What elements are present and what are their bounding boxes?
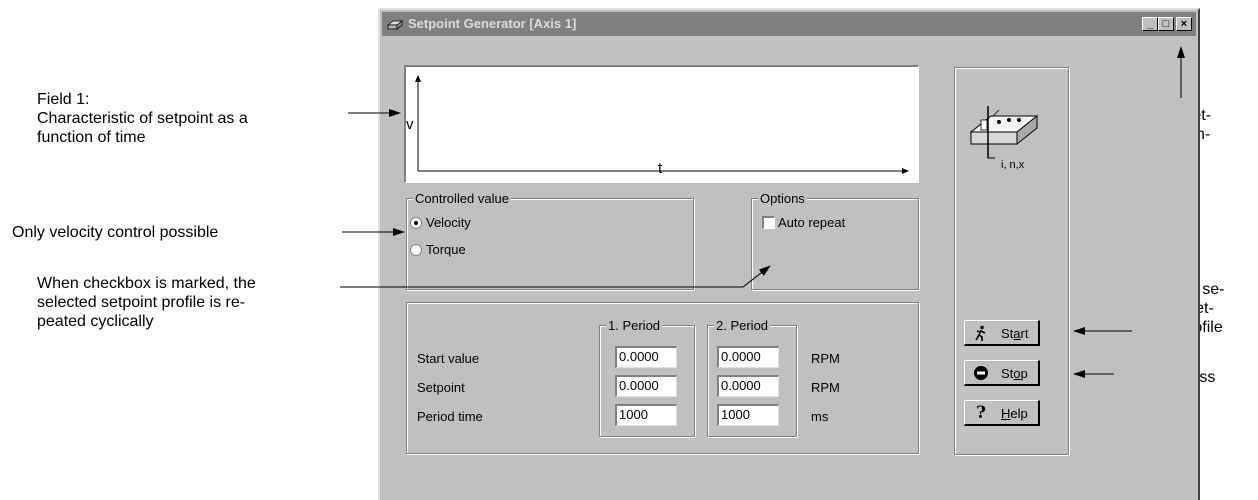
stop-sign-icon: [974, 366, 988, 380]
annotation-line: Characteristic of setpoint as a: [37, 110, 248, 127]
start-label: Start: [1001, 326, 1029, 341]
period-time-period1-input[interactable]: 1000: [615, 404, 677, 426]
maximize-button[interactable]: □: [1158, 17, 1174, 31]
stop-button[interactable]: Stop: [964, 360, 1040, 386]
window-title: Setpoint Generator [Axis 1]: [408, 16, 577, 31]
annotation-line: When checkbox is marked, the: [37, 275, 256, 292]
velocity-radio[interactable]: [410, 217, 422, 229]
setpoint-period2-input[interactable]: 0.0000: [717, 375, 779, 397]
help-icon: ?: [976, 403, 986, 423]
periods-panel: 1. Period 2. Period Start value 0.0000 0…: [406, 302, 919, 454]
options-group: Options Auto repeat: [751, 191, 919, 290]
torque-label[interactable]: Torque: [426, 242, 466, 257]
help-label: Help: [1001, 406, 1028, 421]
setpoint-chart: v t: [404, 65, 919, 183]
annotation-field1: Field 1: Characteristic of setpoint as a…: [37, 90, 248, 147]
setpoint-period1-input[interactable]: 0.0000: [615, 375, 677, 397]
start-value-unit: RPM: [811, 351, 840, 366]
controlled-value-group: Controlled value Velocity Torque: [406, 191, 694, 290]
start-button[interactable]: Start: [964, 320, 1040, 346]
annotation-line: function of time: [37, 129, 146, 146]
period-time-label: Period time: [417, 409, 483, 424]
annotation-velocity-only: Only velocity control possible: [12, 224, 219, 241]
period-time-period2-input[interactable]: 1000: [717, 404, 779, 426]
annotation-line: selected setpoint profile is re-: [37, 294, 246, 311]
minimize-button[interactable]: _: [1142, 17, 1158, 31]
auto-repeat-checkbox[interactable]: [762, 216, 775, 229]
y-axis-label: v: [406, 116, 414, 133]
start-value-label: Start value: [417, 351, 480, 366]
app-icon: [387, 20, 403, 30]
setpoint-unit: RPM: [811, 380, 840, 395]
controlled-value-title: Controlled value: [413, 191, 511, 206]
help-button[interactable]: ? Help: [964, 400, 1040, 426]
annotation-line: peated cyclically: [37, 313, 154, 330]
auto-repeat-label[interactable]: Auto repeat: [778, 215, 845, 230]
action-panel: i, n,x Start Stop ? Help: [954, 67, 1069, 455]
title-bar[interactable]: Setpoint Generator [Axis 1] _ □ ×: [382, 12, 1196, 36]
stop-label: Stop: [1001, 366, 1028, 381]
annotation-line: Field 1:: [37, 91, 90, 108]
setpoint-generator-window: Setpoint Generator [Axis 1] _ □ × v t Co…: [378, 8, 1200, 500]
annotation-checkbox: When checkbox is marked, the selected se…: [37, 274, 256, 331]
period1-title: 1. Period: [606, 318, 663, 333]
torque-radio[interactable]: [410, 244, 422, 256]
start-value-period2-input[interactable]: 0.0000: [717, 346, 779, 368]
period2-title: 2. Period: [714, 318, 771, 333]
setpoint-label: Setpoint: [417, 380, 465, 395]
velocity-label[interactable]: Velocity: [426, 215, 471, 230]
period-time-unit: ms: [811, 409, 829, 424]
x-axis-label: t: [658, 160, 663, 177]
close-button[interactable]: ×: [1176, 17, 1192, 31]
device-caption: i, n,x: [1001, 159, 1025, 171]
running-man-icon: [975, 325, 986, 341]
options-title: Options: [758, 191, 807, 206]
start-value-period1-input[interactable]: 0.0000: [615, 346, 677, 368]
